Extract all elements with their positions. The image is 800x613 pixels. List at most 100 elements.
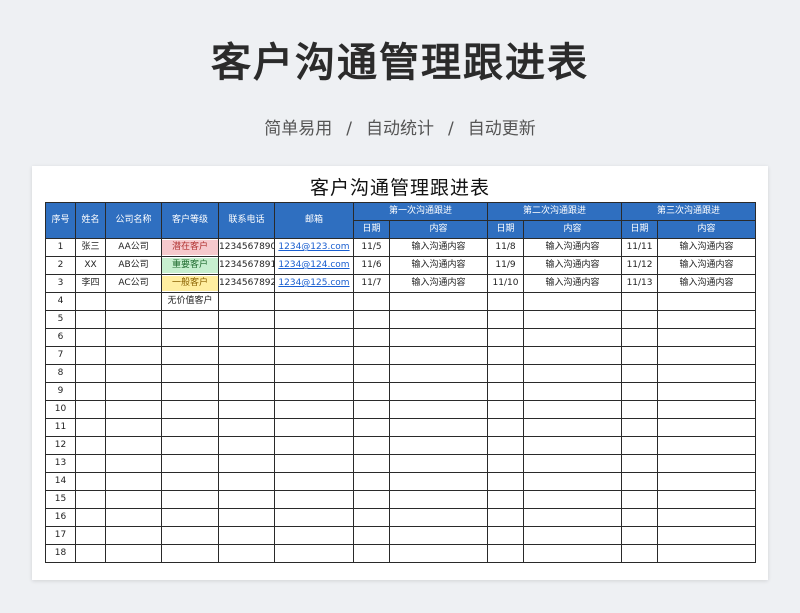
- cell-level[interactable]: [161, 382, 219, 401]
- cell-date[interactable]: [487, 292, 525, 311]
- cell-content[interactable]: [657, 346, 757, 365]
- cell-level[interactable]: [161, 418, 219, 437]
- cell-content[interactable]: 输入沟通内容: [657, 274, 757, 293]
- cell-email[interactable]: [274, 508, 354, 527]
- cell-level[interactable]: 无价值客户: [161, 292, 219, 311]
- cell-name[interactable]: XX: [75, 256, 106, 275]
- cell-level[interactable]: [161, 400, 219, 419]
- cell-content[interactable]: [523, 346, 623, 365]
- cell-company[interactable]: [105, 454, 162, 473]
- cell-date[interactable]: [487, 490, 525, 509]
- cell-company[interactable]: [105, 310, 162, 329]
- cell-name[interactable]: [75, 526, 106, 545]
- cell-date[interactable]: 11/9: [487, 256, 525, 275]
- cell-date[interactable]: [487, 346, 525, 365]
- email-link[interactable]: 1234@124.com: [278, 260, 349, 270]
- cell-phone[interactable]: [218, 328, 275, 347]
- cell-date[interactable]: [353, 472, 390, 491]
- cell-level[interactable]: [161, 508, 219, 527]
- cell-content[interactable]: [388, 490, 489, 509]
- cell-email[interactable]: [274, 526, 354, 545]
- cell-email[interactable]: [274, 400, 354, 419]
- cell-name[interactable]: 张三: [75, 238, 106, 257]
- cell-level[interactable]: [161, 526, 219, 545]
- cell-date[interactable]: 11/5: [353, 238, 390, 257]
- cell-content[interactable]: [523, 418, 623, 437]
- cell-level[interactable]: [161, 454, 219, 473]
- cell-seq[interactable]: 6: [45, 328, 76, 347]
- cell-name[interactable]: [75, 436, 106, 455]
- cell-date[interactable]: [487, 508, 525, 527]
- cell-content[interactable]: [657, 382, 757, 401]
- cell-date[interactable]: [487, 472, 525, 491]
- cell-phone[interactable]: [218, 508, 275, 527]
- cell-content[interactable]: [657, 292, 757, 311]
- cell-seq[interactable]: 1: [45, 238, 76, 257]
- cell-date[interactable]: [621, 472, 659, 491]
- cell-company[interactable]: AA公司: [105, 238, 162, 257]
- cell-date[interactable]: [353, 292, 390, 311]
- cell-content[interactable]: [388, 400, 489, 419]
- cell-phone[interactable]: [218, 490, 275, 509]
- cell-phone[interactable]: [218, 292, 275, 311]
- cell-email[interactable]: [274, 328, 354, 347]
- cell-name[interactable]: [75, 454, 106, 473]
- cell-name[interactable]: [75, 472, 106, 491]
- cell-company[interactable]: [105, 292, 162, 311]
- cell-content[interactable]: 输入沟通内容: [523, 256, 623, 275]
- cell-content[interactable]: [657, 310, 757, 329]
- cell-content[interactable]: [523, 436, 623, 455]
- cell-company[interactable]: [105, 508, 162, 527]
- cell-date[interactable]: [353, 544, 390, 563]
- cell-company[interactable]: [105, 544, 162, 563]
- cell-email[interactable]: [274, 436, 354, 455]
- cell-content[interactable]: [657, 328, 757, 347]
- cell-date[interactable]: [621, 310, 659, 329]
- cell-seq[interactable]: 8: [45, 364, 76, 383]
- cell-phone[interactable]: [218, 382, 275, 401]
- cell-level[interactable]: [161, 346, 219, 365]
- email-link[interactable]: 1234@125.com: [278, 278, 349, 288]
- cell-content[interactable]: [388, 382, 489, 401]
- cell-date[interactable]: [487, 418, 525, 437]
- cell-content[interactable]: [523, 364, 623, 383]
- cell-seq[interactable]: 16: [45, 508, 76, 527]
- cell-company[interactable]: [105, 364, 162, 383]
- cell-date[interactable]: [621, 382, 659, 401]
- cell-content[interactable]: [523, 490, 623, 509]
- cell-seq[interactable]: 18: [45, 544, 76, 563]
- cell-date[interactable]: [621, 418, 659, 437]
- cell-level[interactable]: 潜在客户: [161, 238, 219, 257]
- cell-content[interactable]: [388, 508, 489, 527]
- cell-content[interactable]: [388, 292, 489, 311]
- cell-email[interactable]: [274, 490, 354, 509]
- cell-date[interactable]: [621, 292, 659, 311]
- cell-date[interactable]: [353, 526, 390, 545]
- cell-company[interactable]: [105, 346, 162, 365]
- cell-content[interactable]: [388, 310, 489, 329]
- cell-date[interactable]: 11/6: [353, 256, 390, 275]
- cell-company[interactable]: [105, 382, 162, 401]
- cell-name[interactable]: [75, 310, 106, 329]
- cell-company[interactable]: [105, 526, 162, 545]
- cell-content[interactable]: [388, 364, 489, 383]
- cell-date[interactable]: [487, 364, 525, 383]
- cell-content[interactable]: [523, 292, 623, 311]
- cell-level[interactable]: [161, 364, 219, 383]
- cell-date[interactable]: [353, 382, 390, 401]
- cell-date[interactable]: [487, 328, 525, 347]
- cell-phone[interactable]: [218, 526, 275, 545]
- cell-content[interactable]: [523, 328, 623, 347]
- cell-seq[interactable]: 15: [45, 490, 76, 509]
- cell-content[interactable]: [523, 544, 623, 563]
- cell-seq[interactable]: 2: [45, 256, 76, 275]
- cell-seq[interactable]: 17: [45, 526, 76, 545]
- cell-company[interactable]: AB公司: [105, 256, 162, 275]
- cell-date[interactable]: [353, 364, 390, 383]
- cell-content[interactable]: [523, 454, 623, 473]
- cell-content[interactable]: [523, 526, 623, 545]
- cell-date[interactable]: 11/7: [353, 274, 390, 293]
- cell-phone[interactable]: [218, 544, 275, 563]
- cell-date[interactable]: [621, 454, 659, 473]
- cell-company[interactable]: [105, 328, 162, 347]
